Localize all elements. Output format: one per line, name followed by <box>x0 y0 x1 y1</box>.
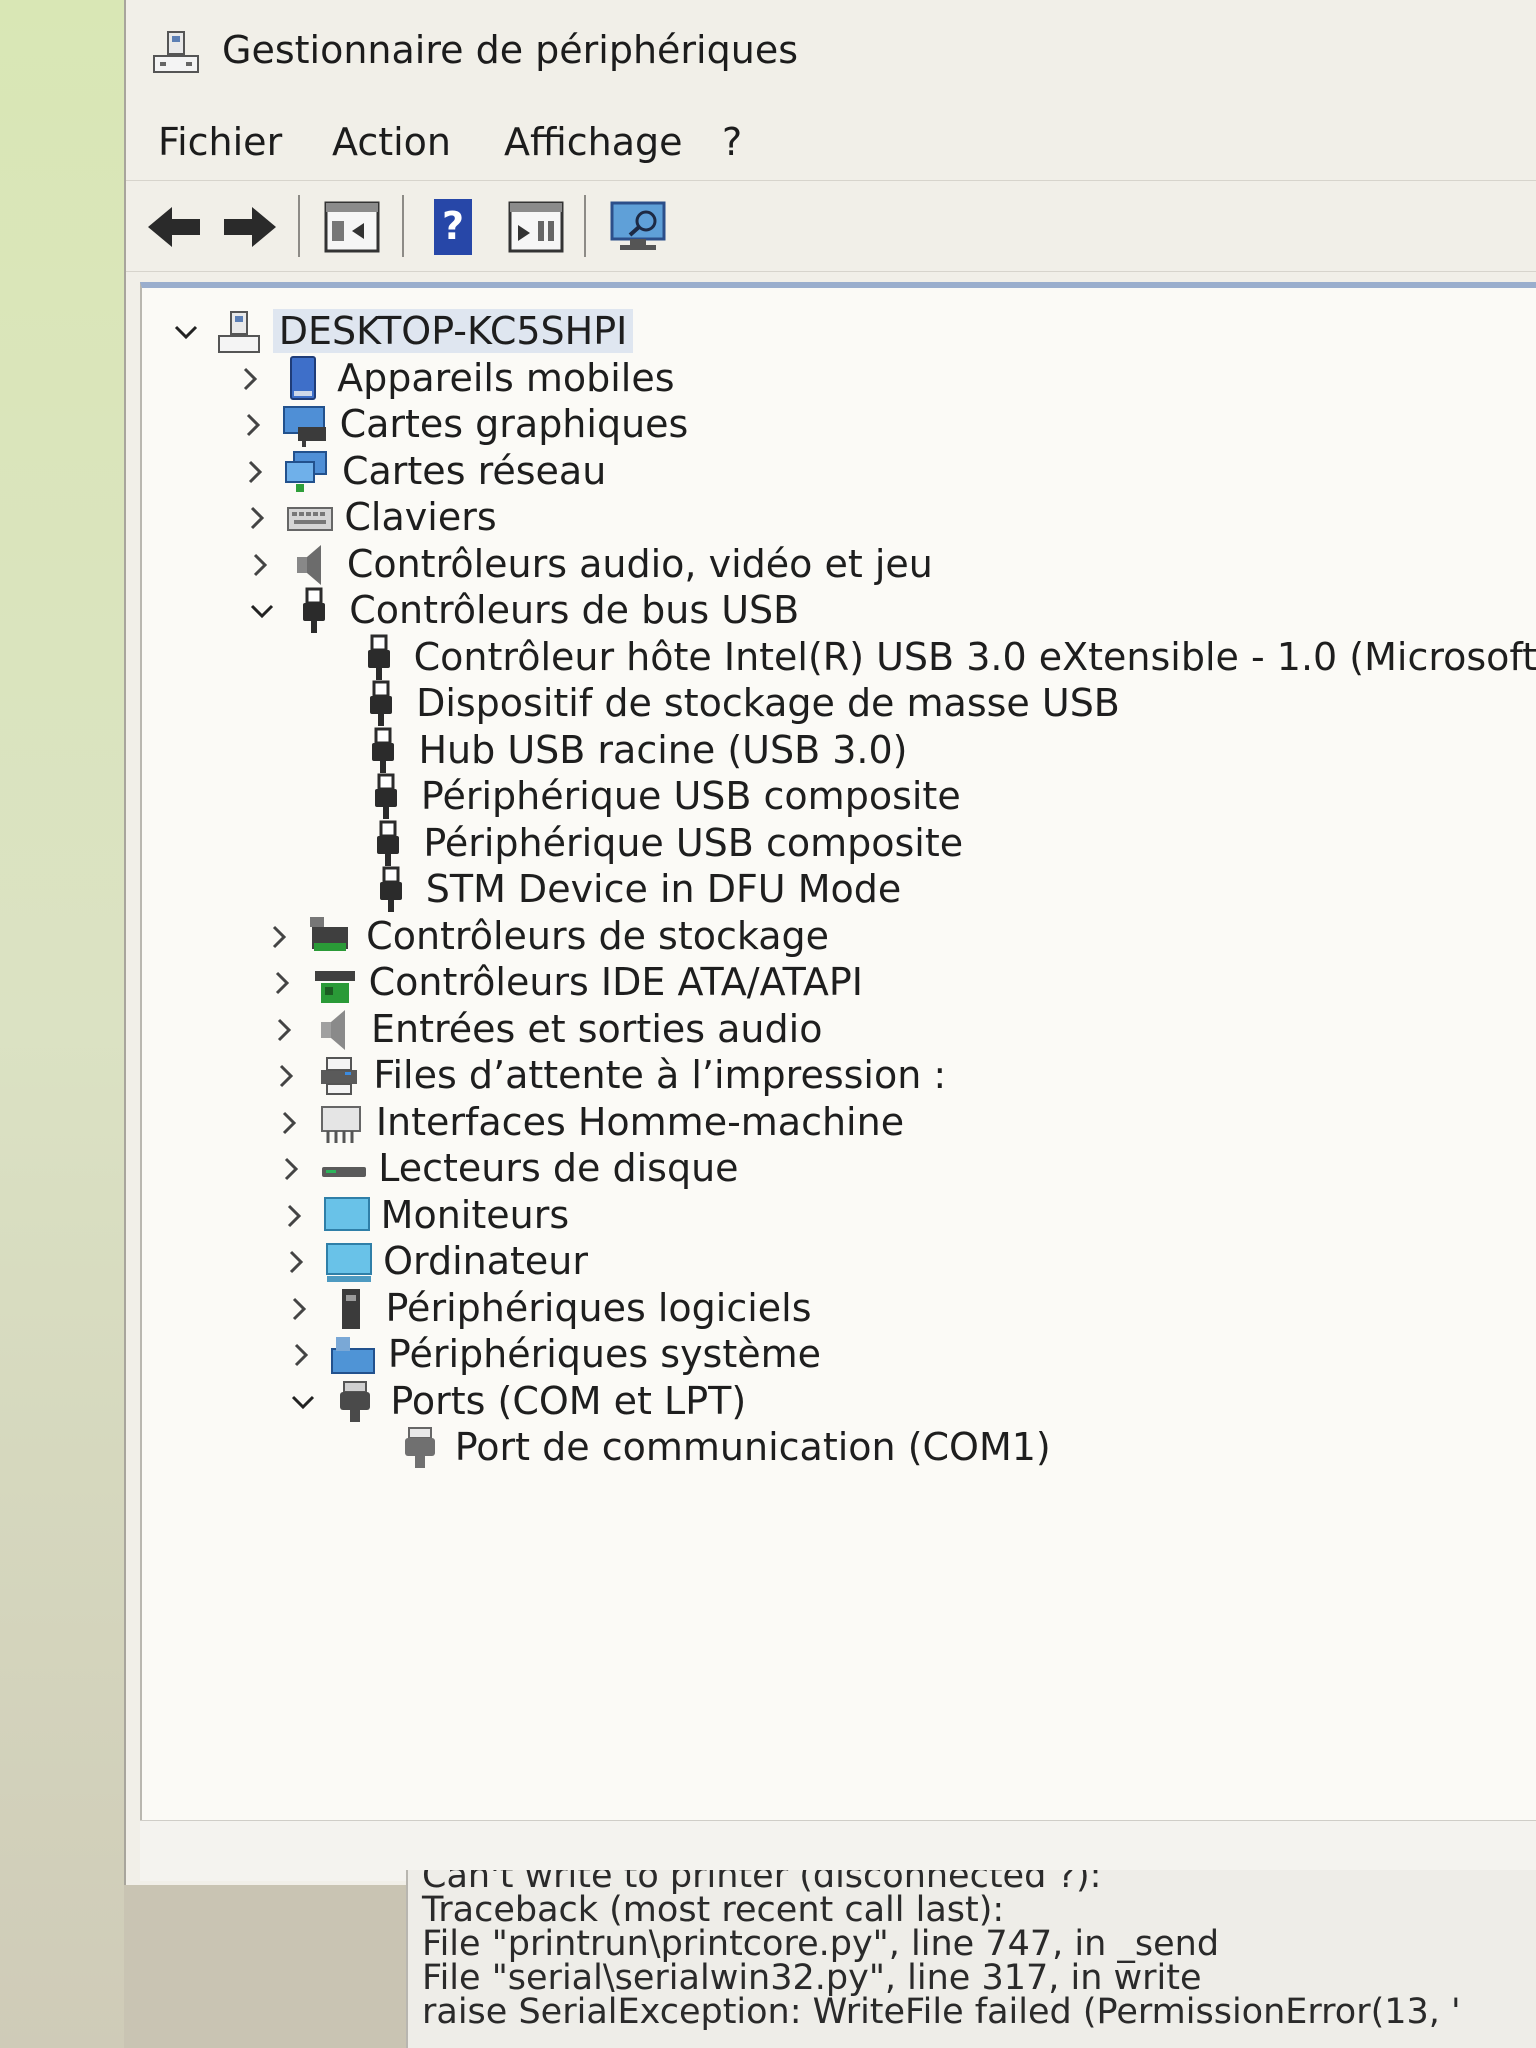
tree-item-label: Files d’attente à l’impression : <box>373 1053 947 1097</box>
title-bar[interactable]: Gestionnaire de périphériques <box>126 0 1536 105</box>
tree-item-label: Hub USB racine (USB 3.0) <box>418 727 908 772</box>
chevron-right-icon[interactable] <box>288 1342 314 1368</box>
console-output: Can't write to printer (disconnected ?):… <box>406 1870 1536 2048</box>
properties-view-icon[interactable] <box>320 195 384 259</box>
chevron-right-icon[interactable] <box>240 412 266 438</box>
chevron-right-icon[interactable] <box>283 1249 309 1275</box>
desktop-background <box>0 0 124 2048</box>
chevron-right-icon[interactable] <box>276 1110 302 1136</box>
details-view-icon[interactable] <box>504 195 568 259</box>
device-manager-icon <box>153 31 199 73</box>
tree-item-label: Périphérique USB composite <box>420 774 961 818</box>
chevron-right-icon[interactable] <box>266 924 292 950</box>
tree-item-label: Périphériques logiciels <box>385 1285 812 1330</box>
tree-device-item[interactable]: Port de communication (COM1) <box>142 1418 1532 1478</box>
toolbar: ? <box>126 180 1536 272</box>
chevron-right-icon[interactable] <box>273 1063 299 1089</box>
toolbar-separator <box>298 195 300 257</box>
tree-item-label: Ports (COM et LPT) <box>390 1378 747 1423</box>
chevron-right-icon[interactable] <box>271 1017 297 1043</box>
chevron-right-icon[interactable] <box>278 1156 304 1182</box>
chevron-right-icon[interactable] <box>244 505 270 531</box>
back-arrow-icon[interactable] <box>142 195 206 259</box>
chevron-right-icon[interactable] <box>242 459 268 485</box>
tree-item-label: Appareils mobiles <box>337 355 675 400</box>
tree-item-label: Contrôleurs audio, vidéo et jeu <box>346 541 933 586</box>
chevron-right-icon[interactable] <box>269 970 295 996</box>
device-manager-window: Gestionnaire de périphériques Fichier Ac… <box>124 0 1536 1885</box>
monitor-scan-icon[interactable] <box>606 195 670 259</box>
menu-action[interactable]: Action <box>332 120 451 164</box>
tree-item-label: Port de communication (COM1) <box>454 1425 1051 1469</box>
chevron-right-icon[interactable] <box>247 552 273 578</box>
tree-item-label: Cartes réseau <box>341 448 607 493</box>
tree-item-label: Périphérique USB composite <box>423 820 964 865</box>
com-port-icon <box>397 1424 445 1472</box>
toolbar-separator <box>402 195 404 257</box>
tree-item-label: Contrôleurs IDE ATA/ATAPI <box>368 960 863 1004</box>
tree-item-label: Contrôleur hôte Intel(R) USB 3.0 eXtensi… <box>413 634 1536 679</box>
tree-item-label: Entrées et sorties audio <box>370 1006 823 1051</box>
device-tree: DESKTOP-KC5SHPI Appareils mobiles Cartes g… <box>140 282 1536 1878</box>
computer-name-label: DESKTOP-KC5SHPI <box>272 309 634 353</box>
tree-item-label: Périphériques système <box>387 1332 822 1376</box>
chevron-right-icon[interactable] <box>286 1296 312 1322</box>
tree-item-label: Contrôleurs de stockage <box>366 913 830 958</box>
chevron-right-icon[interactable] <box>281 1203 307 1229</box>
menu-fichier[interactable]: Fichier <box>158 120 282 164</box>
tree-item-label: Ordinateur <box>383 1239 588 1283</box>
menu-affichage[interactable]: Affichage <box>504 120 683 164</box>
window-title: Gestionnaire de périphériques <box>222 28 798 72</box>
svg-text:?: ? <box>442 204 464 248</box>
chevron-down-icon[interactable] <box>173 319 199 345</box>
tree-item-label: Interfaces Homme-machine <box>375 1099 905 1144</box>
tree-item-label: Cartes graphiques <box>339 402 689 446</box>
tree-item-label: Lecteurs de disque <box>378 1146 739 1190</box>
tree-item-label: Dispositif de stockage de masse USB <box>416 681 1120 725</box>
help-icon[interactable]: ? <box>424 195 488 259</box>
tree-item-label: Claviers <box>344 495 497 539</box>
menu-help[interactable]: ? <box>722 120 742 164</box>
tree-item-label: Moniteurs <box>380 1192 570 1237</box>
menu-bar: Fichier Action Affichage ? <box>126 112 1536 178</box>
forward-arrow-icon[interactable] <box>218 195 282 259</box>
toolbar-separator <box>584 195 586 257</box>
tree-item-label: Contrôleurs de bus USB <box>349 588 800 632</box>
chevron-down-icon[interactable] <box>249 598 275 624</box>
chevron-down-icon[interactable] <box>290 1389 316 1415</box>
console-line: raise SerialException: WriteFile failed … <box>422 1992 1461 2032</box>
chevron-right-icon[interactable] <box>237 366 263 392</box>
tree-item-label: STM Device in DFU Mode <box>425 867 902 911</box>
